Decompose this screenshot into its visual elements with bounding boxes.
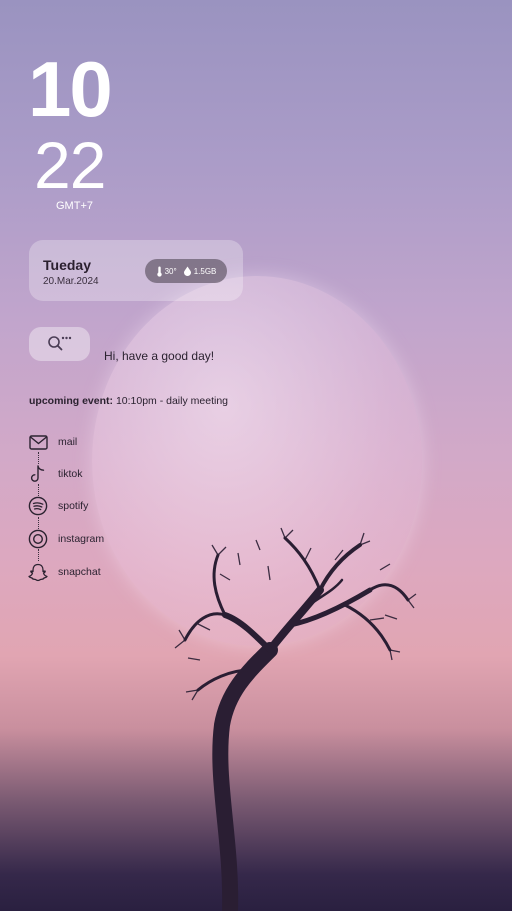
drop-icon bbox=[183, 266, 191, 276]
app-label: mail bbox=[58, 436, 78, 448]
dotted-connector bbox=[37, 549, 39, 561]
storage-value: 1.5GB bbox=[193, 266, 217, 276]
date-label: 20.Mar.2024 bbox=[43, 276, 99, 287]
date-widget[interactable]: Tueday 20.Mar.2024 30° 1.5GB bbox=[29, 240, 243, 301]
mail-icon bbox=[28, 432, 48, 452]
stats-pill: 30° 1.5GB bbox=[145, 259, 227, 283]
app-spotify[interactable]: spotify bbox=[28, 496, 88, 516]
clock-minute: 22 bbox=[34, 128, 106, 202]
temperature-value: 30° bbox=[164, 266, 177, 276]
app-label: snapchat bbox=[58, 566, 101, 578]
upcoming-event[interactable]: upcoming event: 10:10pm - daily meeting bbox=[29, 395, 228, 407]
app-label: spotify bbox=[58, 500, 89, 512]
spotify-icon bbox=[28, 496, 48, 516]
tree-silhouette bbox=[174, 527, 417, 911]
storage-stat: 1.5GB bbox=[183, 266, 217, 276]
search-icon bbox=[47, 336, 71, 351]
dotted-connector bbox=[37, 517, 39, 529]
snapchat-icon bbox=[28, 562, 48, 582]
app-instagram[interactable]: instagram bbox=[28, 529, 104, 549]
app-label: tiktok bbox=[58, 468, 83, 480]
timezone-label: GMT+7 bbox=[56, 200, 93, 212]
greeting-text: Hi, have a good day! bbox=[104, 349, 215, 363]
temperature-stat: 30° bbox=[156, 266, 177, 277]
day-label: Tueday bbox=[43, 257, 91, 273]
search-button[interactable] bbox=[29, 327, 90, 361]
event-label: upcoming event: bbox=[29, 395, 114, 407]
app-tiktok[interactable]: tiktok bbox=[28, 464, 83, 484]
clock-hour: 10 bbox=[28, 45, 113, 133]
instagram-icon bbox=[28, 529, 48, 549]
tiktok-icon bbox=[28, 464, 48, 484]
dotted-connector bbox=[37, 484, 39, 496]
event-text: 10:10pm - daily meeting bbox=[115, 395, 228, 407]
app-snapchat[interactable]: snapchat bbox=[28, 562, 101, 582]
thermometer-icon bbox=[156, 266, 162, 277]
app-label: instagram bbox=[58, 533, 105, 545]
dotted-connector bbox=[37, 452, 39, 464]
app-mail[interactable]: mail bbox=[28, 432, 77, 452]
